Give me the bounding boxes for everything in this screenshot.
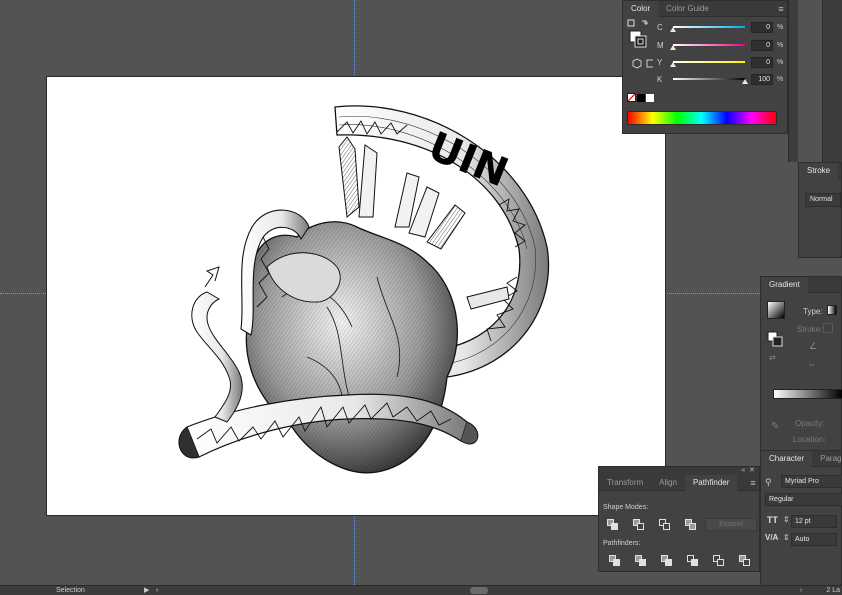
angle-icon: ∠ [809,341,818,351]
tab-align[interactable]: Align [651,475,685,491]
stroke-gradient-button[interactable] [823,323,833,333]
blend-mode-select[interactable]: Normal [805,193,841,207]
black-value[interactable]: 100 [751,73,773,85]
character-panel: Character Paragrap ⚲ Myriad Pro Regular … [760,450,842,595]
horizontal-scrollbar-thumb[interactable] [470,587,488,594]
yellow-slider[interactable]: Y 0 % [627,56,785,68]
intersect-icon[interactable] [659,519,671,531]
expand-button[interactable]: Expand [705,518,757,531]
color-panel: Color Color Guide ≡ C 0 % M 0 % Y 0 % K … [622,0,788,134]
black-thumb[interactable] [742,79,748,84]
tab-pathfinder[interactable]: Pathfinder [684,474,738,491]
cyan-value[interactable]: 0 [751,21,773,33]
leading-stepper[interactable]: ⇕ [783,533,790,542]
eyedropper-icon[interactable]: ✎ [771,421,779,432]
tab-character[interactable]: Character [761,450,813,467]
tab-color-guide[interactable]: Color Guide [658,1,717,17]
cyan-slider[interactable]: C 0 % [627,21,785,33]
panel-menu-icon[interactable]: ≡ [775,4,787,14]
banner-text: UIN [422,123,514,196]
reverse-gradient-icon[interactable]: ⇄ [769,353,776,362]
gradient-panel: Gradient Type: Stroke: ∠ ⇔ ⇄ ✎ Opacity: … [760,276,842,452]
exclude-icon[interactable] [685,519,697,531]
current-tool[interactable]: Selection [56,586,85,595]
merge-icon[interactable] [661,555,673,567]
shape-modes-label: Shape Modes: [603,504,649,511]
pathfinder-panel: « ✕ Transform Align Pathfinder ≡ Shape M… [598,466,760,572]
crop-icon[interactable] [687,555,699,567]
tab-paragraph[interactable]: Paragrap [812,451,842,467]
font-size-field[interactable]: 12 pt [791,515,837,528]
minus-back-icon[interactable] [739,555,751,567]
font-size-stepper[interactable]: ⇕ [783,515,790,524]
font-family-field[interactable]: Myriad Pro [781,475,842,488]
pathfinders-label: Pathfinders: [603,540,641,547]
minus-front-icon[interactable] [633,519,645,531]
stroke-panel: Stroke Normal [798,162,842,258]
outline-icon[interactable] [713,555,725,567]
cyan-thumb[interactable] [670,27,676,32]
divide-icon[interactable] [609,555,621,567]
yellow-value[interactable]: 0 [751,56,773,68]
none-white-black-swatches[interactable] [627,93,657,103]
font-search-icon[interactable]: ⚲ [765,477,772,488]
pathfinder-menu-icon[interactable]: ≡ [747,478,759,488]
aspect-ratio-icon: ⇔ [807,359,816,369]
magenta-slider[interactable]: M 0 % [627,39,785,51]
leading-icon: V/A [765,533,779,542]
tab-gradient[interactable]: Gradient [761,276,808,293]
font-size-icon: TT [767,515,778,525]
color-spectrum[interactable] [627,111,777,125]
tab-transform[interactable]: Transform [599,475,651,491]
linear-gradient-type-button[interactable] [827,305,837,315]
gradient-fill-stroke-icon[interactable] [767,331,783,347]
panel-dock-strip [788,0,798,162]
status-bar: Selection ▶ ‹ › 2 La [0,585,842,595]
artboard[interactable]: UIN [46,76,666,516]
leading-field[interactable]: Auto [791,533,837,546]
tab-color[interactable]: Color [623,0,659,17]
play-icon[interactable]: ▶ [144,586,149,595]
black-slider[interactable]: K 100 % [627,73,785,85]
heart-illustration[interactable]: UIN [47,77,666,516]
color-panel-tabs: Color Color Guide ≡ [623,0,787,17]
scroll-left-icon[interactable]: ‹ [156,586,158,595]
trim-icon[interactable] [635,555,647,567]
gradient-slider[interactable] [773,389,842,399]
gradient-swatch[interactable] [767,301,785,319]
scroll-right-icon[interactable]: › [800,586,802,595]
magenta-thumb[interactable] [670,45,676,50]
panel-dock-strip-right [822,0,842,162]
font-style-field[interactable]: Regular [765,493,842,506]
magenta-value[interactable]: 0 [751,39,773,51]
layers-count[interactable]: 2 La [826,586,840,595]
yellow-thumb[interactable] [670,62,676,67]
tab-stroke[interactable]: Stroke [799,162,839,179]
unite-icon[interactable] [607,519,619,531]
